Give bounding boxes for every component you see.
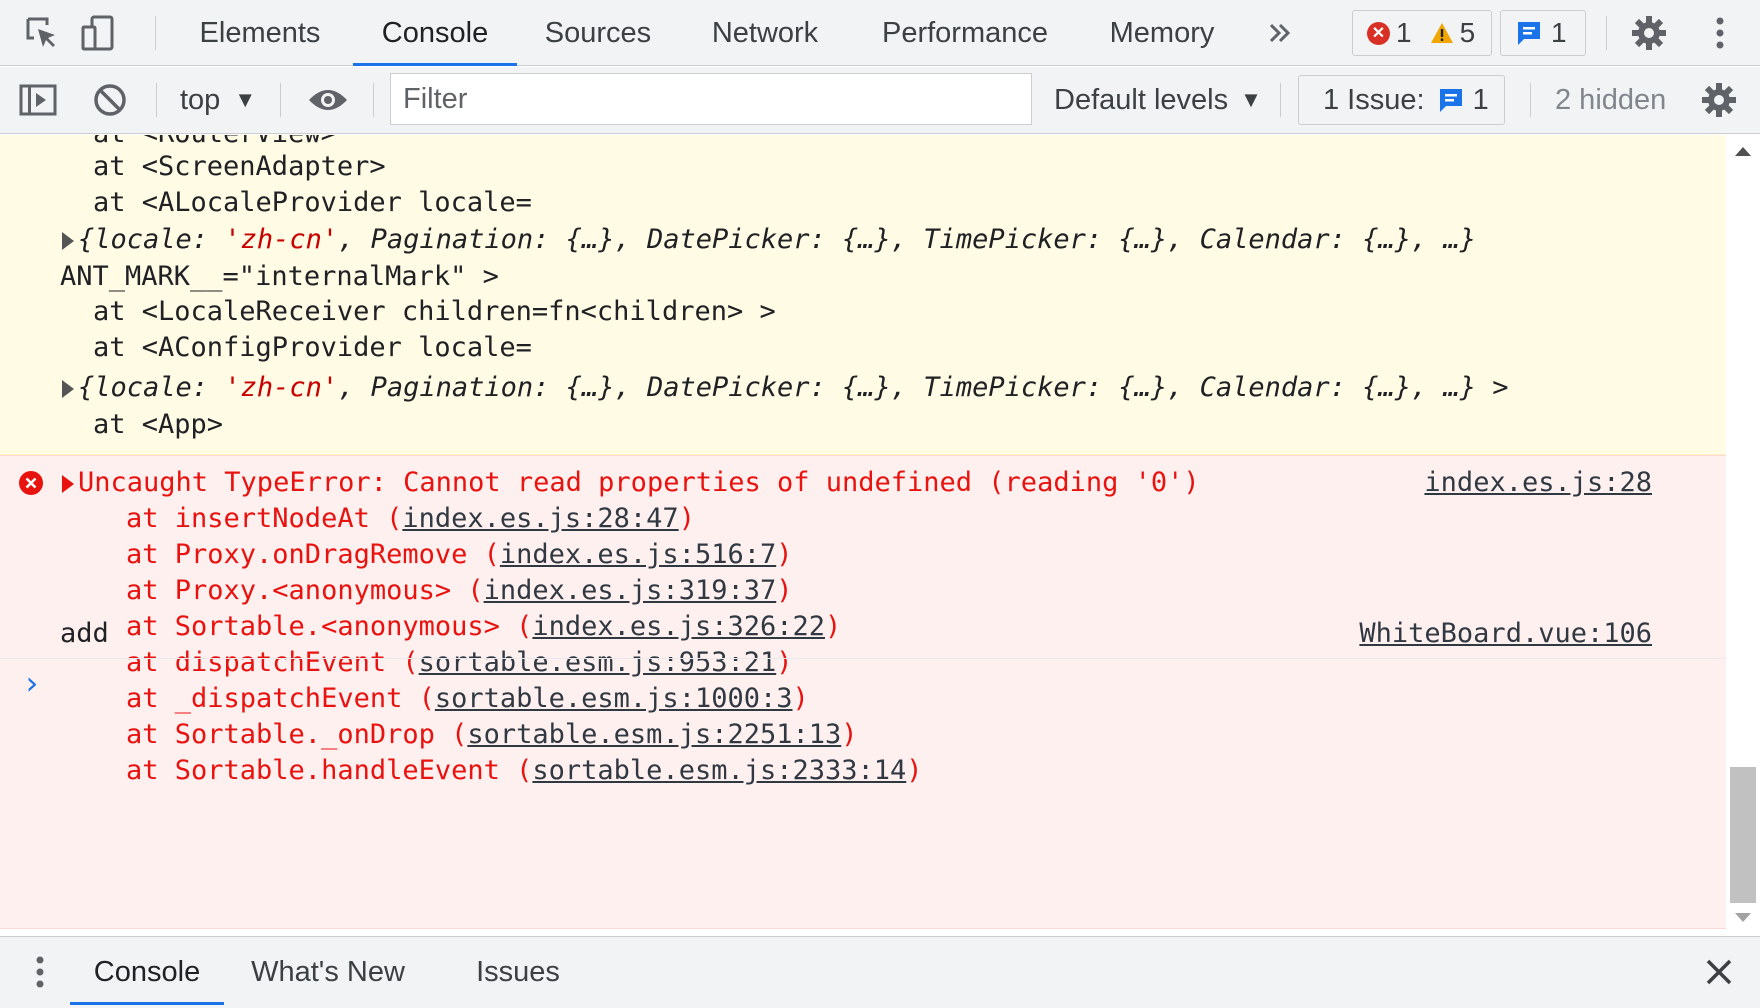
clear-console-icon[interactable] [88, 78, 132, 122]
locale-object-preview[interactable]: {locale: 'zh-cn', Pagination: {…}, DateP… [62, 223, 1476, 257]
locale-object-preview[interactable]: {locale: 'zh-cn', Pagination: {…}, DateP… [62, 371, 1509, 405]
console-scrollbar[interactable] [1726, 135, 1760, 935]
tab-console[interactable]: Console [353, 0, 517, 66]
warning-message: at <RouterView> at <ScreenAdapter> at <A… [0, 135, 1726, 455]
log-levels-label: Default levels [1054, 83, 1229, 116]
drawer-menu-icon[interactable] [18, 950, 62, 994]
stack-frame: at insertNodeAt (index.es.js:28:47) [126, 503, 695, 534]
log-levels-dropdown[interactable]: Default levels ▼ [1054, 67, 1262, 133]
console-toolbar: top ▼ Default levels ▼ 1 Issue: 1 2 hidd… [0, 67, 1760, 134]
error-icon: ✕ [1367, 21, 1390, 45]
warning-stack-line: at <App> [93, 409, 224, 440]
settings-gear-icon[interactable] [1627, 11, 1671, 55]
warning-stack-line: ANT_MARK__="internalMark" > [60, 261, 499, 292]
toolbar-divider [156, 83, 157, 117]
tab-elements[interactable]: Elements [180, 0, 340, 66]
log-text: add [60, 618, 109, 649]
dropdown-arrow-icon: ▼ [1240, 87, 1262, 112]
more-tabs-icon[interactable] [1258, 11, 1302, 55]
error-circle-icon [19, 471, 43, 495]
dropdown-arrow-icon: ▼ [234, 87, 257, 112]
customize-menu-icon[interactable] [1698, 11, 1742, 55]
drawer-tab-console[interactable]: Console [70, 937, 224, 1007]
issues-button[interactable]: 1 Issue: 1 [1298, 75, 1505, 125]
scroll-down-arrow-icon[interactable] [1735, 913, 1751, 922]
stack-frame-link[interactable]: sortable.esm.js:2333:14 [532, 755, 906, 786]
console-prompt[interactable]: › [0, 660, 1726, 750]
close-drawer-icon[interactable] [1697, 950, 1741, 994]
warning-stack-line: at <ScreenAdapter> [93, 151, 386, 182]
scroll-up-arrow-icon[interactable] [1735, 147, 1751, 156]
issues-count: 1 [1472, 83, 1489, 116]
error-count: 1 [1396, 17, 1412, 48]
context-selector[interactable]: top ▼ [180, 67, 256, 133]
warning-stack-line: at <ALocaleProvider locale= [93, 187, 532, 218]
messages-counter-button[interactable]: 1 [1500, 10, 1586, 56]
log-source-link[interactable]: WhiteBoard.vue:106 [1359, 617, 1652, 651]
console-output[interactable]: at <RouterView> at <ScreenAdapter> at <A… [0, 135, 1726, 935]
context-label: top [180, 83, 221, 116]
warning-icon [1430, 23, 1453, 43]
hidden-messages-count: 2 hidden [1555, 83, 1667, 116]
drawer-tab-whats-new[interactable]: What's New [236, 937, 420, 1007]
toolbar-divider [1606, 16, 1607, 50]
tab-memory[interactable]: Memory [1092, 0, 1232, 66]
error-source-link[interactable]: index.es.js:28 [1424, 466, 1652, 500]
toolbar-divider [373, 83, 374, 117]
warning-stack-line: at <AConfigProvider locale= [93, 332, 532, 363]
device-toolbar-icon[interactable] [76, 11, 120, 55]
stack-frame-link[interactable]: index.es.js:516:7 [500, 539, 776, 570]
filter-input[interactable] [390, 73, 1032, 125]
expand-triangle-icon[interactable] [62, 379, 74, 398]
scrollbar-thumb[interactable] [1730, 767, 1756, 903]
issues-label: 1 Issue: [1323, 83, 1425, 116]
main-tab-bar: Elements Console Sources Network Perform… [0, 0, 1760, 66]
message-count: 1 [1551, 17, 1567, 48]
warning-stack-line: at <RouterView> [93, 135, 337, 151]
log-message: add WhiteBoard.vue:106 [0, 609, 1726, 659]
message-icon [1439, 89, 1462, 112]
error-summary[interactable]: Uncaught TypeError: Cannot read properti… [62, 466, 1200, 500]
expand-triangle-icon[interactable] [62, 474, 74, 493]
live-expression-eye-icon[interactable] [306, 78, 350, 122]
issue-counters-button[interactable]: ✕ 1 5 [1352, 10, 1492, 56]
toolbar-divider [1280, 83, 1281, 117]
warning-stack-line: at <LocaleReceiver children=fn<children>… [93, 296, 776, 327]
stack-frame-link[interactable]: index.es.js:28:47 [402, 503, 678, 534]
inspect-element-icon[interactable] [20, 11, 64, 55]
console-settings-gear-icon[interactable] [1697, 78, 1741, 122]
stack-frame: at Proxy.<anonymous> (index.es.js:319:37… [126, 575, 793, 606]
drawer-tab-issues[interactable]: Issues [462, 937, 574, 1007]
stack-frame: at Sortable.handleEvent (sortable.esm.js… [126, 755, 923, 786]
tab-sources[interactable]: Sources [530, 0, 666, 66]
expand-triangle-icon[interactable] [62, 231, 74, 250]
stack-frame-link[interactable]: index.es.js:319:37 [484, 575, 777, 606]
toolbar-divider [280, 83, 281, 117]
tab-performance[interactable]: Performance [870, 0, 1060, 66]
prompt-chevron-icon: › [22, 664, 42, 702]
tab-network[interactable]: Network [690, 0, 840, 66]
toolbar-divider [155, 16, 156, 50]
error-text: Uncaught TypeError: Cannot read properti… [78, 467, 1200, 498]
sidebar-toggle-icon[interactable] [16, 78, 60, 122]
toolbar-divider [1530, 83, 1531, 117]
drawer-tab-bar: Console What's New Issues [0, 936, 1760, 1008]
message-icon [1518, 22, 1540, 45]
stack-frame: at Proxy.onDragRemove (index.es.js:516:7… [126, 539, 793, 570]
warning-count: 5 [1459, 17, 1476, 48]
